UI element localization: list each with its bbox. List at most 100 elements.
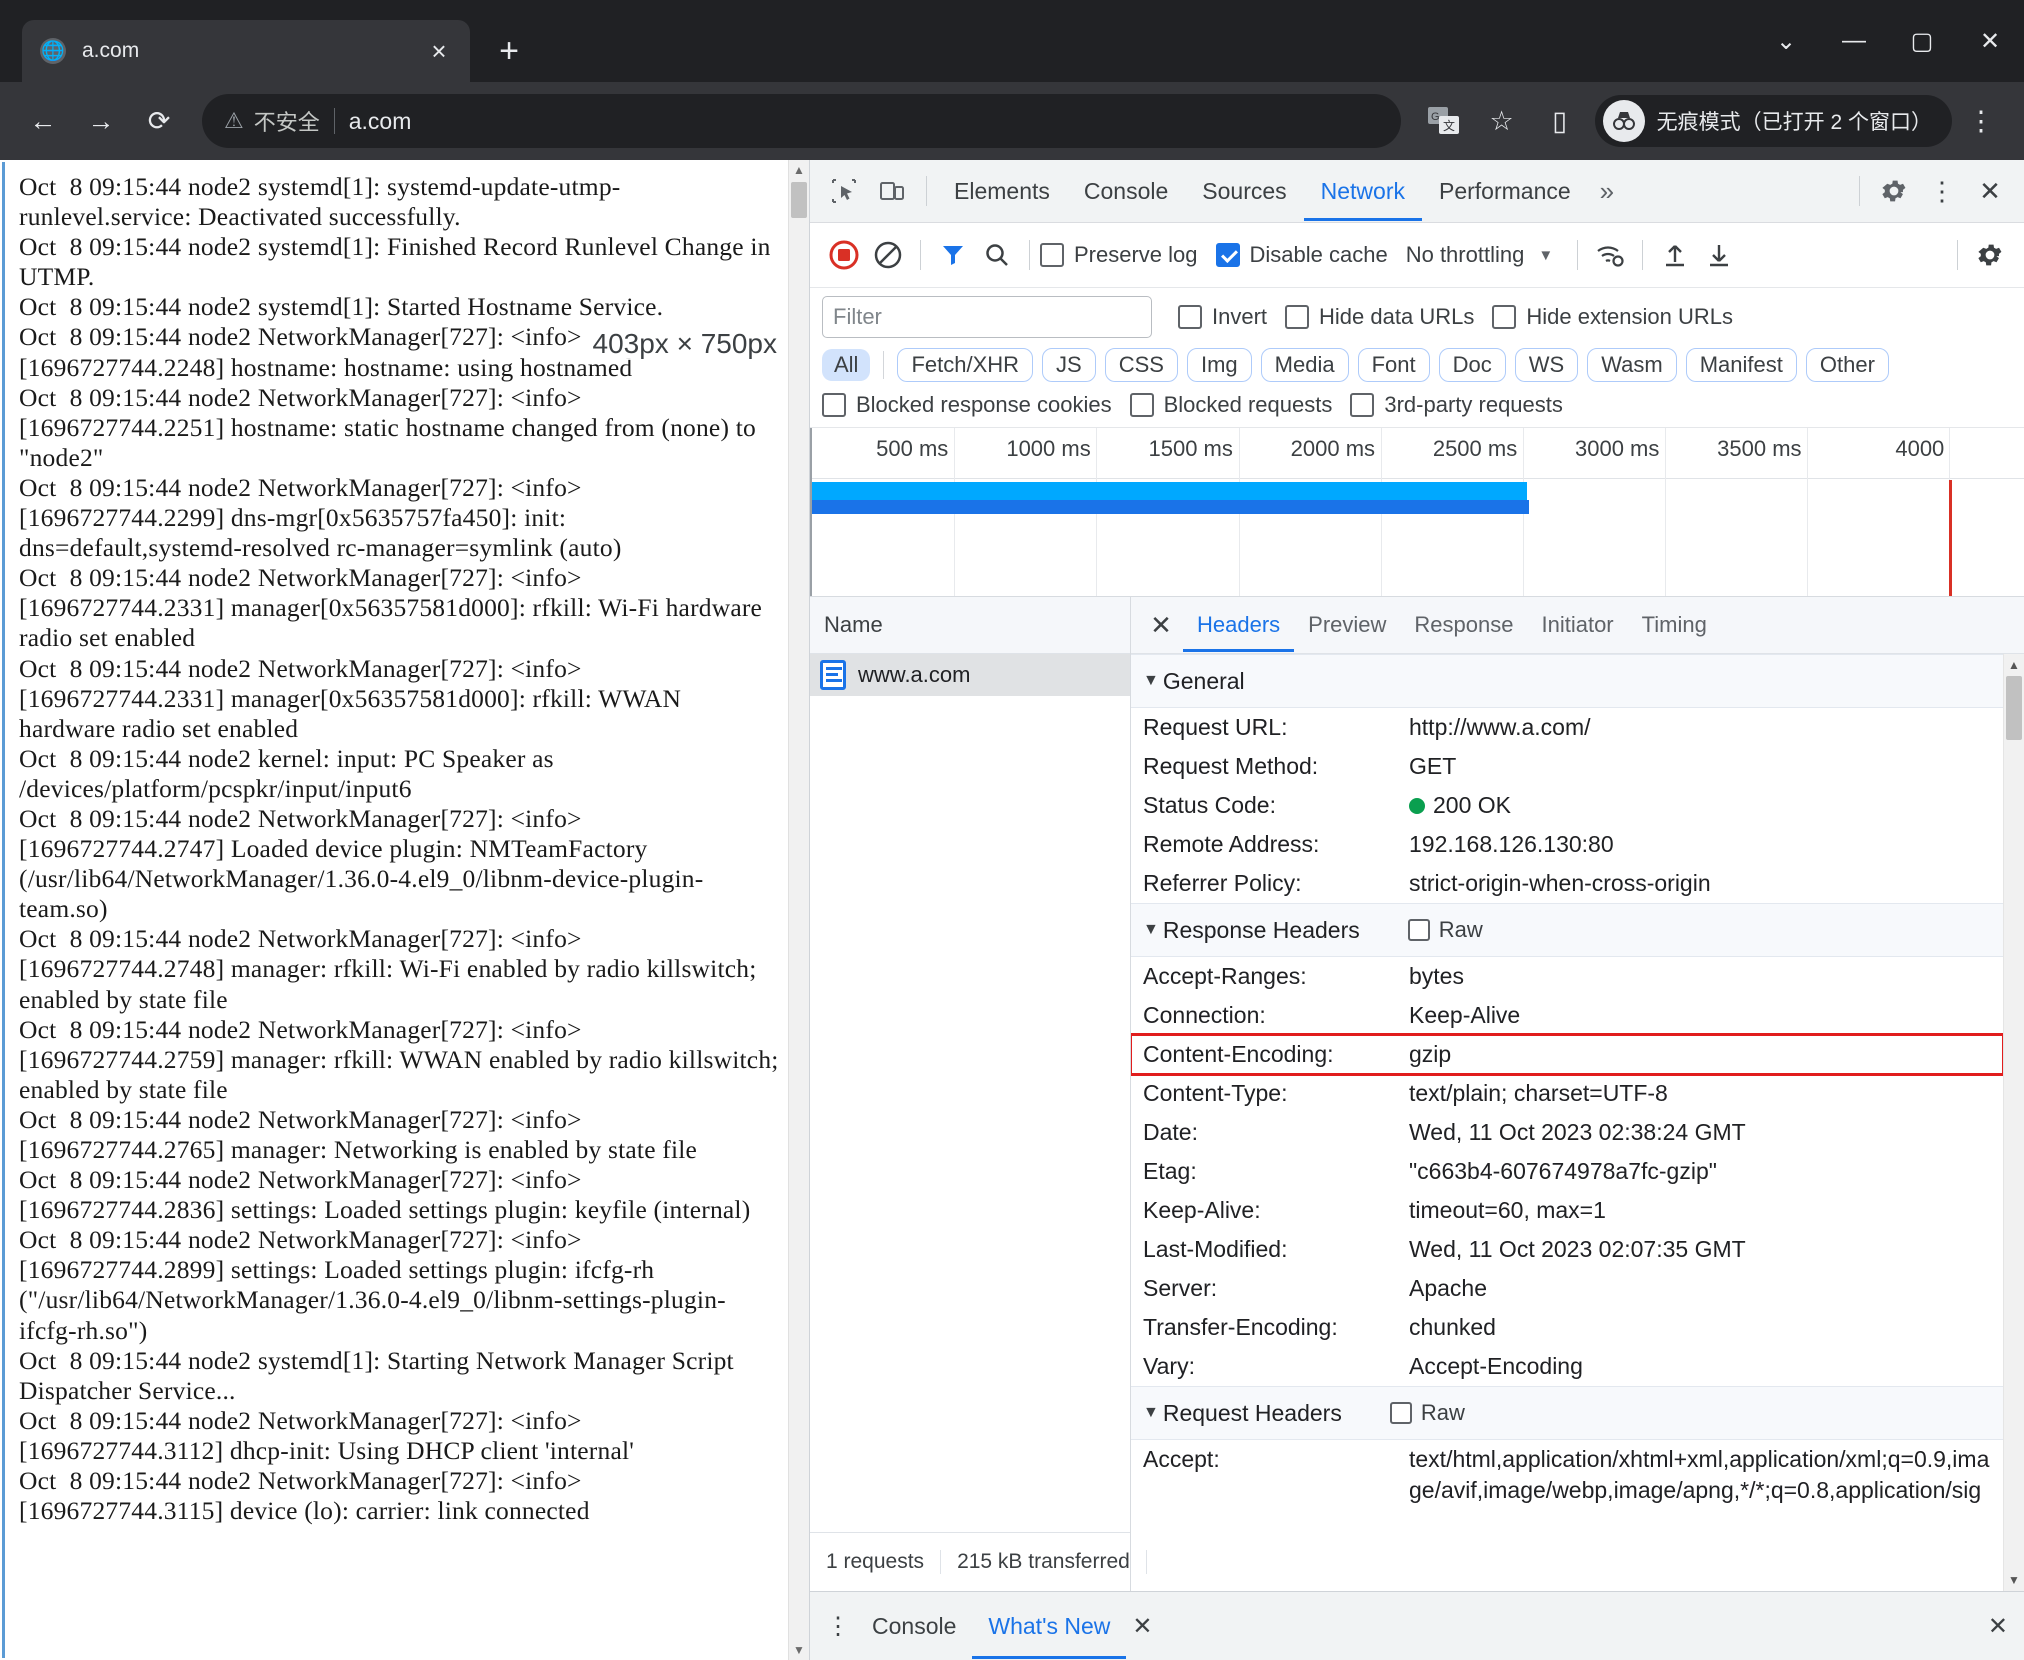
close-window-button[interactable]: ✕ xyxy=(1956,0,2024,82)
import-har-icon[interactable] xyxy=(1653,233,1697,277)
drawer-tab-console[interactable]: Console xyxy=(856,1593,972,1659)
drawer-tab-whats-new[interactable]: What's New xyxy=(972,1593,1126,1659)
incognito-indicator[interactable]: 无痕模式（已打开 2 个窗口） xyxy=(1595,95,1952,147)
section-header-general[interactable]: ▼General xyxy=(1131,654,2003,708)
type-filter-wasm[interactable]: Wasm xyxy=(1587,348,1677,382)
raw-toggle-checkbox[interactable]: Raw xyxy=(1408,917,1483,943)
tab-sources[interactable]: Sources xyxy=(1185,161,1303,221)
type-filter-font[interactable]: Font xyxy=(1358,348,1430,382)
bookmark-star-icon[interactable]: ☆ xyxy=(1473,92,1531,150)
address-bar-url[interactable]: a.com xyxy=(349,108,412,135)
detail-tab-headers[interactable]: Headers xyxy=(1183,598,1294,652)
reload-icon[interactable]: ⟳ xyxy=(130,92,188,150)
type-filter-css[interactable]: CSS xyxy=(1105,348,1178,382)
disable-cache-checkbox[interactable]: Disable cache xyxy=(1216,242,1388,268)
translate-icon[interactable]: G 文 xyxy=(1415,92,1473,150)
page-scrollbar[interactable]: ▲ ▼ xyxy=(788,160,809,1660)
side-panel-icon[interactable]: ▯ xyxy=(1531,92,1589,150)
search-icon[interactable] xyxy=(975,233,1019,277)
tab-close-icon[interactable]: × xyxy=(422,36,456,67)
type-filter-ws[interactable]: WS xyxy=(1515,348,1578,382)
invert-checkbox[interactable]: Invert xyxy=(1178,304,1267,330)
collapse-triangle-icon[interactable]: ▼ xyxy=(1143,921,1159,939)
detail-scrollbar-thumb[interactable] xyxy=(2006,676,2022,740)
clear-icon[interactable] xyxy=(866,233,910,277)
inspect-element-icon[interactable] xyxy=(820,167,868,215)
type-filter-img[interactable]: Img xyxy=(1187,348,1252,382)
section-header-response-headers[interactable]: ▼Response HeadersRaw xyxy=(1131,903,2003,957)
blocked-requests-checkbox[interactable]: Blocked requests xyxy=(1130,392,1333,418)
maximize-button[interactable]: ▢ xyxy=(1888,0,1956,82)
tab-console[interactable]: Console xyxy=(1067,161,1185,221)
checkbox-box[interactable] xyxy=(1350,393,1374,417)
detail-close-icon[interactable]: ✕ xyxy=(1139,603,1183,647)
browser-menu-icon[interactable]: ⋮ xyxy=(1952,92,2010,150)
scrollbar-thumb[interactable] xyxy=(791,182,807,218)
hide-extension-urls-checkbox[interactable]: Hide extension URLs xyxy=(1492,304,1733,330)
request-column-header[interactable]: Name xyxy=(810,597,1130,654)
section-header-request-headers[interactable]: ▼Request HeadersRaw xyxy=(1131,1386,2003,1440)
devtools-menu-icon[interactable]: ⋮ xyxy=(1918,167,1966,215)
type-filter-fetch-xhr[interactable]: Fetch/XHR xyxy=(897,348,1033,382)
detail-tab-preview[interactable]: Preview xyxy=(1294,598,1400,652)
network-overview-timeline[interactable]: 500 ms1000 ms1500 ms2000 ms2500 ms3000 m… xyxy=(810,428,2024,597)
checkbox-box[interactable] xyxy=(1492,305,1516,329)
drawer-menu-icon[interactable]: ⋮ xyxy=(820,1612,856,1641)
checkbox-box[interactable] xyxy=(1130,393,1154,417)
blocked-response-cookies-checkbox[interactable]: Blocked response cookies xyxy=(822,392,1112,418)
collapse-triangle-icon[interactable]: ▼ xyxy=(1143,1404,1159,1422)
request-row-www-a-com[interactable]: www.a.com xyxy=(810,654,1130,696)
checkbox-box[interactable] xyxy=(1285,305,1309,329)
checkbox-box[interactable] xyxy=(1408,919,1430,941)
new-tab-button[interactable]: + xyxy=(480,22,538,80)
tab-performance[interactable]: Performance xyxy=(1422,161,1588,221)
minimize-button[interactable]: — xyxy=(1820,0,1888,82)
type-filter-other[interactable]: Other xyxy=(1806,348,1889,382)
preserve-log-checkbox[interactable]: Preserve log xyxy=(1040,242,1198,268)
tab-elements[interactable]: Elements xyxy=(937,161,1067,221)
chevron-down-icon[interactable]: ▼ xyxy=(1538,247,1553,264)
hide-data-urls-checkbox[interactable]: Hide data URLs xyxy=(1285,304,1474,330)
collapse-triangle-icon[interactable]: ▼ xyxy=(1143,672,1159,690)
device-toolbar-icon[interactable] xyxy=(868,167,916,215)
export-har-icon[interactable] xyxy=(1697,233,1741,277)
checkbox-box[interactable] xyxy=(1216,243,1240,267)
checkbox-box[interactable] xyxy=(1040,243,1064,267)
funnel-icon[interactable] xyxy=(931,233,975,277)
type-filter-all[interactable]: All xyxy=(822,349,870,381)
network-settings-gear-icon[interactable] xyxy=(1968,233,2012,277)
gear-icon[interactable] xyxy=(1870,167,1918,215)
type-filter-js[interactable]: JS xyxy=(1042,348,1096,382)
drawer-close-icon[interactable]: ✕ xyxy=(1982,1612,2014,1641)
checkbox-box[interactable] xyxy=(1390,1402,1412,1424)
filter-input[interactable] xyxy=(822,296,1152,338)
detail-tab-response[interactable]: Response xyxy=(1400,598,1527,652)
security-label[interactable]: 不安全 xyxy=(254,105,320,137)
type-filter-doc[interactable]: Doc xyxy=(1439,348,1506,382)
drawer-tab-close-icon[interactable]: ✕ xyxy=(1126,1612,1158,1641)
type-filter-manifest[interactable]: Manifest xyxy=(1686,348,1797,382)
address-bar[interactable]: ⚠ 不安全 a.com xyxy=(202,94,1401,148)
network-conditions-icon[interactable] xyxy=(1588,233,1632,277)
record-stop-icon[interactable] xyxy=(822,233,866,277)
devtools-close-icon[interactable]: ✕ xyxy=(1966,167,2014,215)
browser-tab[interactable]: 🌐 a.com × xyxy=(22,20,470,82)
tab-search-icon[interactable]: ⌄ xyxy=(1752,0,1820,82)
checkbox-box[interactable] xyxy=(1178,305,1202,329)
raw-toggle-checkbox[interactable]: Raw xyxy=(1390,1400,1465,1426)
detail-tab-initiator[interactable]: Initiator xyxy=(1527,598,1627,652)
third-party-requests-checkbox[interactable]: 3rd-party requests xyxy=(1350,392,1563,418)
more-tabs-icon[interactable]: » xyxy=(1588,176,1626,207)
detail-scroll-down-icon[interactable]: ▼ xyxy=(2004,1569,2024,1591)
type-filter-media[interactable]: Media xyxy=(1261,348,1349,382)
checkbox-box[interactable] xyxy=(822,393,846,417)
forward-icon[interactable]: → xyxy=(72,92,130,150)
detail-tab-timing[interactable]: Timing xyxy=(1628,598,1721,652)
back-icon[interactable]: ← xyxy=(14,92,72,150)
tab-network[interactable]: Network xyxy=(1304,161,1422,221)
scroll-down-icon[interactable]: ▼ xyxy=(789,1640,809,1660)
scroll-up-icon[interactable]: ▲ xyxy=(789,160,809,180)
detail-scrollbar[interactable]: ▲ ▼ xyxy=(2003,654,2024,1591)
detail-scroll-up-icon[interactable]: ▲ xyxy=(2004,654,2024,676)
throttling-select[interactable]: No throttling xyxy=(1406,242,1525,268)
